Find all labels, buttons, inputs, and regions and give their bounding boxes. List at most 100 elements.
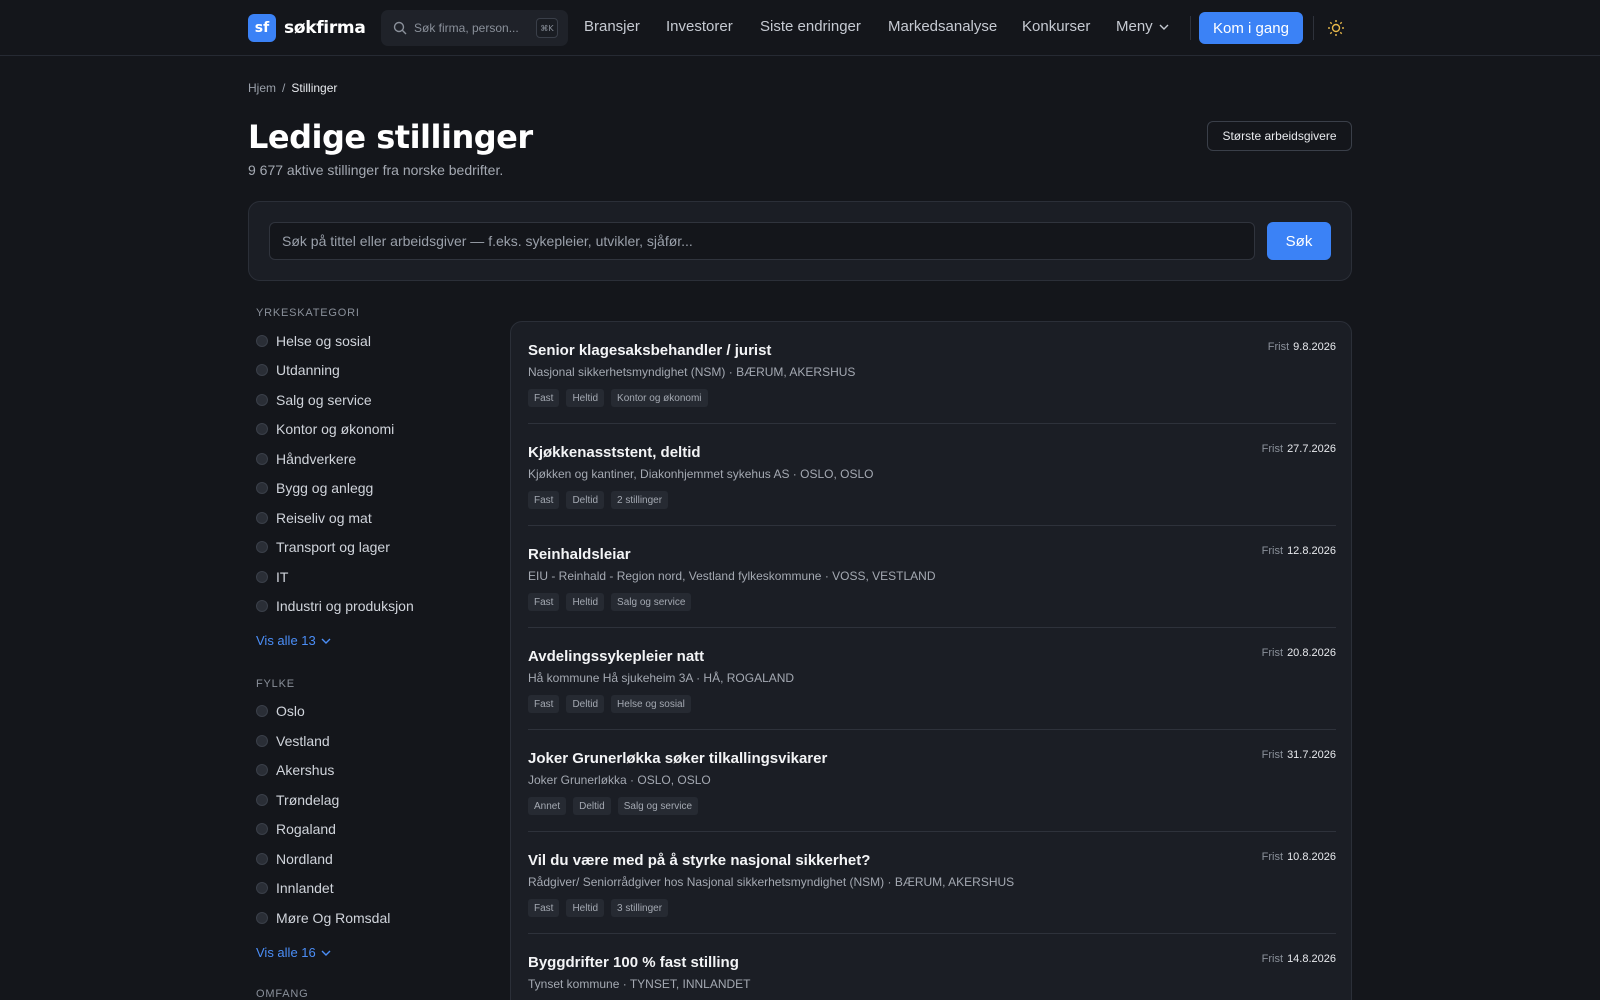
job-tags: Fast Deltid Helse og sosial bbox=[528, 695, 698, 713]
breadcrumb-home[interactable]: Hjem bbox=[248, 81, 276, 95]
job-title[interactable]: Senior klagesaksbehandler / jurist bbox=[528, 342, 771, 359]
page-subtitle: 9 677 aktive stillinger fra norske bedri… bbox=[248, 162, 504, 178]
filter-option[interactable]: Helse og sosial bbox=[256, 331, 371, 351]
job-search-panel: Søk bbox=[248, 201, 1352, 281]
filter-option-label: IT bbox=[276, 569, 289, 585]
filter-option[interactable]: Kontor og økonomi bbox=[256, 419, 394, 439]
nav-link-bransjer[interactable]: Bransjer bbox=[584, 18, 640, 35]
radio-icon bbox=[256, 794, 268, 806]
job-title[interactable]: Reinhaldsleiar bbox=[528, 546, 631, 563]
job-tag: Heltid bbox=[566, 593, 605, 611]
filter-option[interactable]: IT bbox=[256, 567, 288, 587]
menu-dropdown[interactable]: Meny bbox=[1116, 18, 1169, 35]
menu-label: Meny bbox=[1116, 18, 1153, 35]
job-title[interactable]: Kjøkkenasststent, deltid bbox=[528, 444, 701, 461]
job-tag: Fast bbox=[528, 593, 560, 611]
job-tags: Fast Heltid 3 stillinger bbox=[528, 899, 675, 917]
filter-option[interactable]: Innlandet bbox=[256, 878, 334, 898]
job-deadline: Frist 12.8.2026 bbox=[1262, 545, 1336, 557]
filter-option-label: Trøndelag bbox=[276, 792, 340, 808]
job-tag: Deltid bbox=[573, 797, 611, 815]
deadline-value: 20.8.2026 bbox=[1287, 647, 1336, 659]
search-shortcut-badge: ⌘K bbox=[536, 18, 558, 38]
job-listing[interactable]: Reinhaldsleiar EIU - Reinhald - Region n… bbox=[528, 526, 1336, 628]
filter-option-label: Utdanning bbox=[276, 362, 340, 378]
filter-option[interactable]: Håndverkere bbox=[256, 449, 356, 469]
job-employer-location: Rådgiver/ Seniorrådgiver hos Nasjonal si… bbox=[528, 875, 1015, 889]
search-button[interactable]: Søk bbox=[1267, 222, 1331, 260]
filter-option[interactable]: Vestland bbox=[256, 731, 330, 751]
radio-icon bbox=[256, 882, 268, 894]
job-employer-location: Tynset kommune · TYNSET, INNLANDET bbox=[528, 977, 751, 991]
job-tag: Heltid bbox=[566, 899, 605, 917]
filter-option[interactable]: Bygg og anlegg bbox=[256, 478, 373, 498]
job-tag: Salg og service bbox=[611, 593, 692, 611]
show-all-label: Vis alle 13 bbox=[256, 633, 316, 648]
job-listing[interactable]: Kjøkkenasststent, deltid Kjøkken og kant… bbox=[528, 424, 1336, 526]
job-listing[interactable]: Senior klagesaksbehandler / jurist Nasjo… bbox=[528, 322, 1336, 424]
job-listing[interactable]: Joker Grunerløkka søker tilkallingsvikar… bbox=[528, 730, 1336, 832]
job-search-input[interactable] bbox=[269, 222, 1255, 260]
nav-link-konkurser[interactable]: Konkurser bbox=[1022, 18, 1090, 35]
job-title[interactable]: Byggdrifter 100 % fast stilling bbox=[528, 954, 739, 971]
filter-option-label: Oslo bbox=[276, 703, 305, 719]
job-tags: Fast Heltid Salg og service bbox=[528, 593, 698, 611]
radio-icon bbox=[256, 423, 268, 435]
show-all-counties-link[interactable]: Vis alle 16 bbox=[256, 945, 331, 960]
filter-option[interactable]: Rogaland bbox=[256, 819, 336, 839]
job-listing[interactable]: Avdelingssykepleier natt Hå kommune Hå s… bbox=[528, 628, 1336, 730]
job-listing[interactable]: Vil du være med på å styrke nasjonal sik… bbox=[528, 832, 1336, 934]
filter-option[interactable]: Trøndelag bbox=[256, 790, 339, 810]
job-tag: Fast bbox=[528, 899, 560, 917]
filter-heading-category: YRKESKATEGORI bbox=[256, 307, 360, 319]
filter-option[interactable]: Akershus bbox=[256, 760, 334, 780]
job-title[interactable]: Avdelingssykepleier natt bbox=[528, 648, 704, 665]
job-deadline: Frist 10.8.2026 bbox=[1262, 851, 1336, 863]
filter-option-label: Innlandet bbox=[276, 880, 334, 896]
nav-divider bbox=[1190, 16, 1191, 40]
logo[interactable]: sf søkfirma bbox=[248, 14, 366, 42]
nav-link-investorer[interactable]: Investorer bbox=[666, 18, 733, 35]
job-employer-location: Kjøkken og kantiner, Diakonhjemmet sykeh… bbox=[528, 467, 874, 481]
nav-link-markedsanalyse[interactable]: Markedsanalyse bbox=[888, 18, 997, 35]
job-list: Senior klagesaksbehandler / jurist Nasjo… bbox=[510, 321, 1352, 1000]
deadline-label: Frist bbox=[1261, 749, 1284, 761]
deadline-label: Frist bbox=[1261, 443, 1284, 455]
show-all-categories-link[interactable]: Vis alle 13 bbox=[256, 633, 331, 648]
deadline-value: 31.7.2026 bbox=[1287, 749, 1336, 761]
largest-employers-button[interactable]: Største arbeidsgivere bbox=[1207, 121, 1352, 151]
filter-option[interactable]: Reiseliv og mat bbox=[256, 508, 372, 528]
filter-option-label: Helse og sosial bbox=[276, 333, 371, 349]
job-tag: Fast bbox=[528, 491, 560, 509]
sun-icon[interactable] bbox=[1327, 19, 1345, 37]
deadline-label: Frist bbox=[1267, 341, 1290, 353]
job-tag: Deltid bbox=[566, 491, 605, 509]
job-tag: Helse og sosial bbox=[611, 695, 691, 713]
filter-option-label: Akershus bbox=[276, 762, 335, 778]
job-tag: Fast bbox=[528, 389, 560, 407]
filter-option-label: Vestland bbox=[276, 733, 330, 749]
filter-option[interactable]: Oslo bbox=[256, 701, 305, 721]
breadcrumb-separator: / bbox=[282, 81, 286, 95]
nav-link-siste-endringer[interactable]: Siste endringer bbox=[760, 18, 861, 35]
job-listing[interactable]: Byggdrifter 100 % fast stilling Tynset k… bbox=[528, 934, 1336, 1000]
filter-option[interactable]: Transport og lager bbox=[256, 537, 390, 557]
radio-icon bbox=[256, 394, 268, 406]
radio-icon bbox=[256, 482, 268, 494]
filter-option-label: Håndverkere bbox=[276, 451, 357, 467]
filter-option[interactable]: Salg og service bbox=[256, 390, 372, 410]
logo-badge: sf bbox=[248, 14, 276, 42]
job-tag: Deltid bbox=[566, 695, 605, 713]
nav-search-input[interactable] bbox=[414, 18, 524, 38]
job-deadline: Frist 9.8.2026 bbox=[1268, 341, 1336, 353]
job-title[interactable]: Joker Grunerløkka søker tilkallingsvikar… bbox=[528, 750, 827, 767]
filter-option[interactable]: Møre Og Romsdal bbox=[256, 908, 390, 928]
job-employer-location: Hå kommune Hå sjukeheim 3A · HÅ, ROGALAN… bbox=[528, 671, 795, 685]
job-tags: Annet Deltid Salg og service bbox=[528, 797, 705, 815]
deadline-value: 10.8.2026 bbox=[1287, 851, 1336, 863]
get-started-button[interactable]: Kom i gang bbox=[1199, 12, 1303, 44]
job-title[interactable]: Vil du være med på å styrke nasjonal sik… bbox=[528, 852, 870, 869]
filter-option[interactable]: Utdanning bbox=[256, 360, 340, 380]
filter-option[interactable]: Nordland bbox=[256, 849, 333, 869]
filter-option[interactable]: Industri og produksjon bbox=[256, 596, 414, 616]
